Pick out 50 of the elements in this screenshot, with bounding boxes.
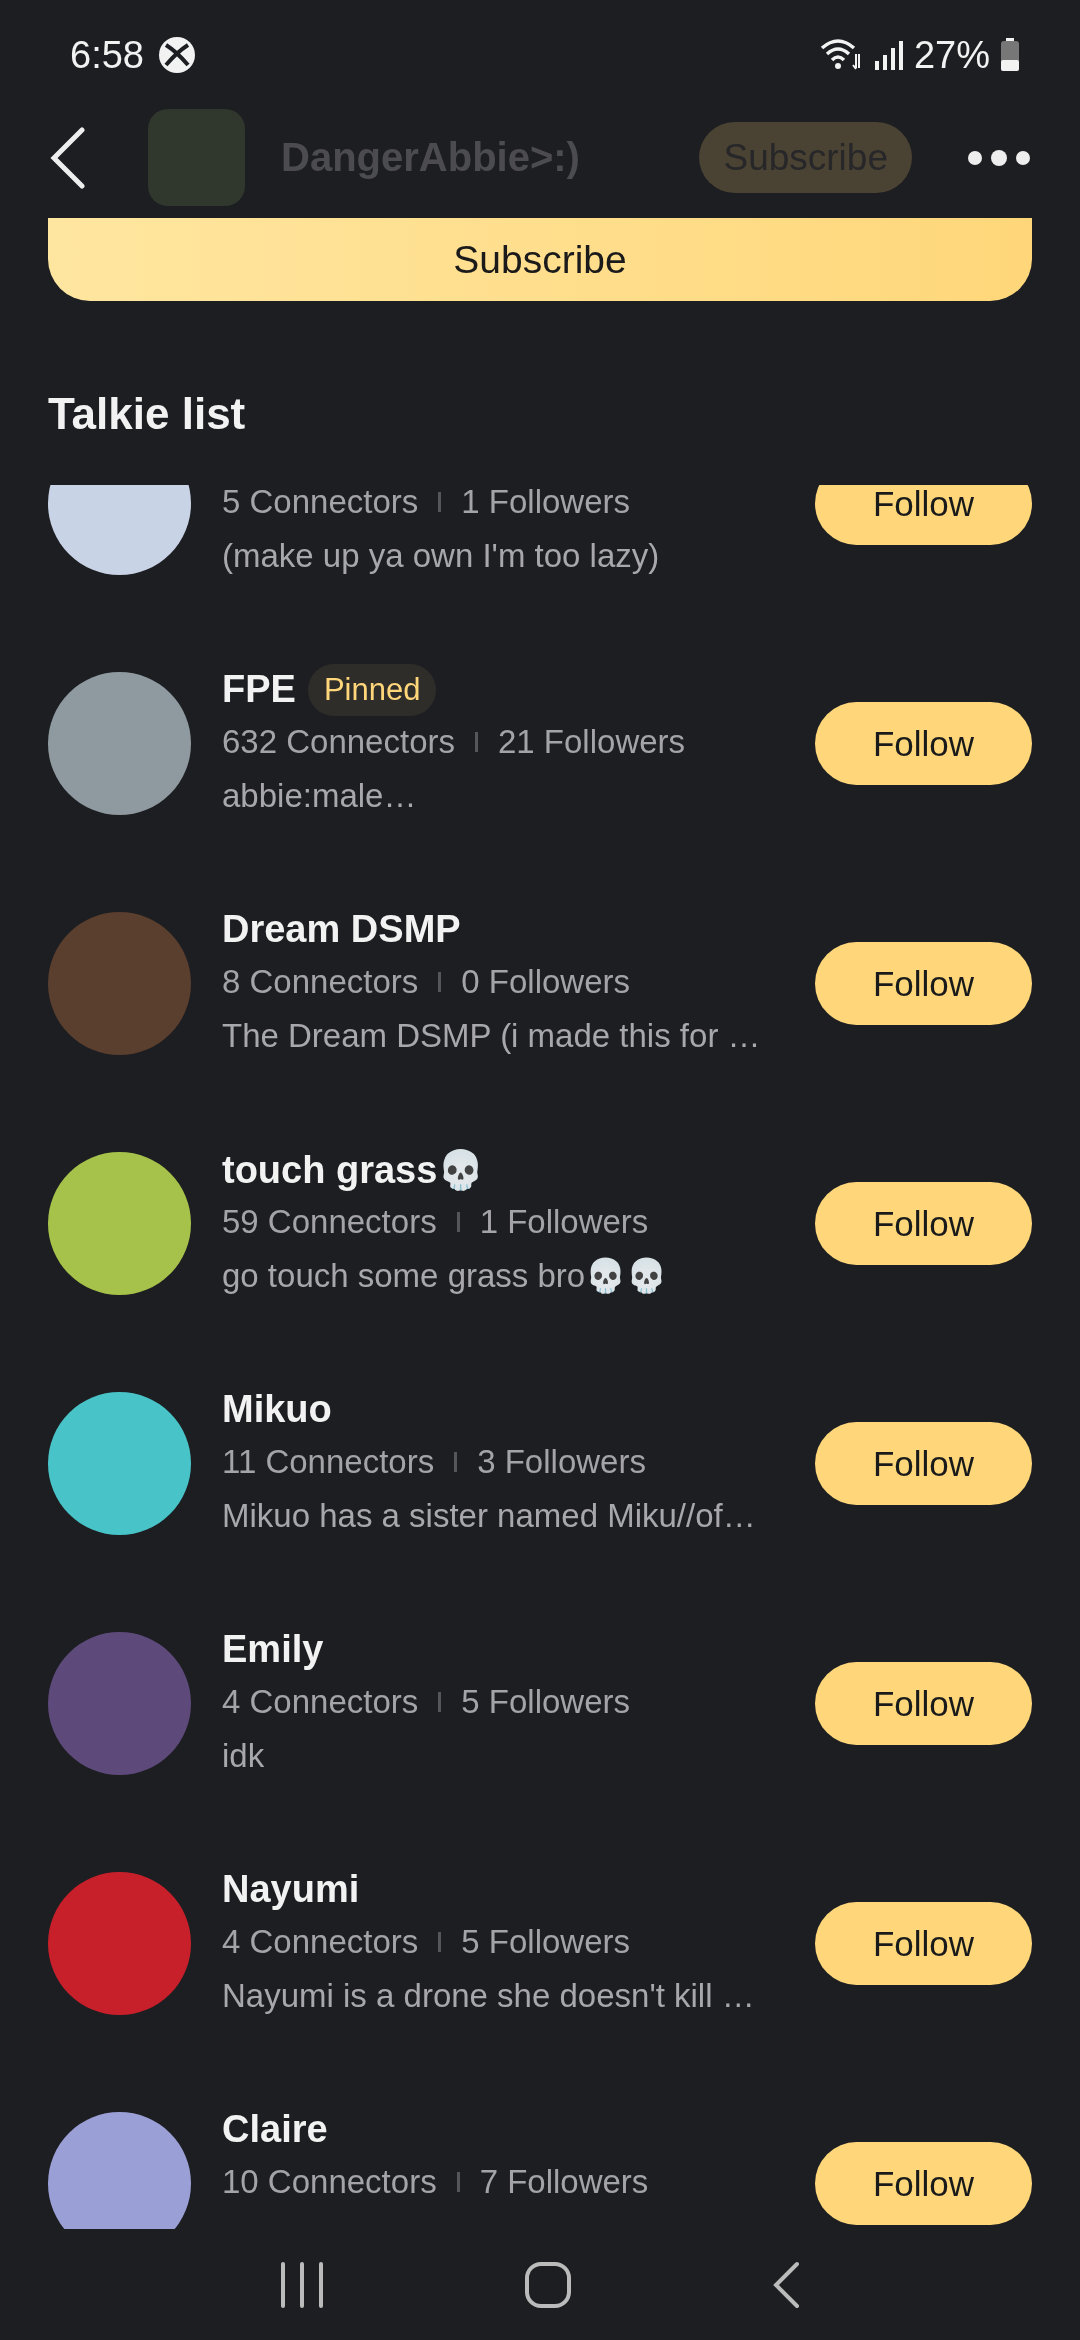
connectors-count: 10 Connectors — [222, 2162, 437, 2201]
back-icon[interactable] — [48, 126, 88, 189]
follow-button[interactable]: Follow — [815, 702, 1032, 786]
more-options-icon[interactable] — [966, 148, 1032, 167]
talkie-description: Mikuo has a sister named Miku//of… — [222, 1496, 756, 1535]
follow-button[interactable]: Follow — [815, 1182, 1032, 1266]
talkie-name: Claire — [222, 2108, 328, 2152]
battery-icon — [1000, 38, 1020, 72]
follow-button[interactable]: Follow — [815, 942, 1032, 1026]
talkie-description: Nayumi is a drone she doesn't kill … — [222, 1976, 755, 2015]
connectors-count: 632 Connectors — [222, 722, 455, 761]
talkie-name: Mikuo — [222, 1388, 332, 1432]
followers-count: 0 Followers — [461, 962, 630, 1001]
follow-button[interactable]: Follow — [815, 485, 1032, 546]
connectors-count: 8 Connectors — [222, 962, 419, 1001]
connectors-count: 5 Connectors — [222, 485, 419, 521]
xbox-icon — [157, 36, 196, 74]
talkie-description: abbie:male… — [222, 776, 417, 815]
followers-count: 7 Followers — [479, 2162, 649, 2201]
talkie-description: idk — [222, 1736, 265, 1775]
talkie-name: touch grass💀 — [222, 1147, 485, 1192]
talkie-description: go touch some grass bro💀💀 — [222, 1256, 668, 1296]
connectors-count: 59 Connectors — [222, 1202, 437, 1241]
followers-count: 1 Followers — [461, 485, 630, 521]
followers-count: 5 Followers — [461, 1682, 630, 1721]
followers-count: 21 Followers — [498, 722, 686, 761]
talkie-name: Nayumi — [222, 1868, 360, 1912]
signal-icon — [873, 39, 904, 71]
connectors-count: 4 Connectors — [222, 1682, 419, 1721]
battery-percentage: 27% — [913, 33, 990, 77]
follow-button[interactable]: Follow — [815, 1902, 1032, 1986]
followers-count: 5 Followers — [461, 1922, 630, 1961]
connectors-count: 11 Connectors — [222, 1442, 435, 1481]
followers-count: 3 Followers — [477, 1442, 646, 1481]
pinned-badge: Pinned — [307, 663, 437, 716]
subscribe-button[interactable]: Subscribe — [48, 218, 1032, 302]
talkie-description: The Dream DSMP (i made this for … — [222, 1016, 761, 1055]
follow-button[interactable]: Follow — [815, 1422, 1032, 1506]
connectors-count: 4 Connectors — [222, 1922, 419, 1961]
talkie-description: (make up ya own I'm too lazy) — [222, 536, 660, 575]
follow-button[interactable]: Follow — [815, 1662, 1032, 1746]
followers-count: 1 Followers — [479, 1202, 649, 1241]
recent-apps-icon[interactable] — [279, 2261, 326, 2308]
follow-button[interactable]: Follow — [815, 2142, 1032, 2226]
talkie-name: FPE — [222, 668, 296, 712]
clock-time: 6:58 — [70, 33, 144, 77]
section-title: Talkie list — [48, 388, 247, 441]
home-icon[interactable] — [524, 2260, 572, 2309]
talkie-name: Dream DSMP — [222, 908, 461, 952]
talkie-name: Emily — [222, 1628, 324, 1672]
